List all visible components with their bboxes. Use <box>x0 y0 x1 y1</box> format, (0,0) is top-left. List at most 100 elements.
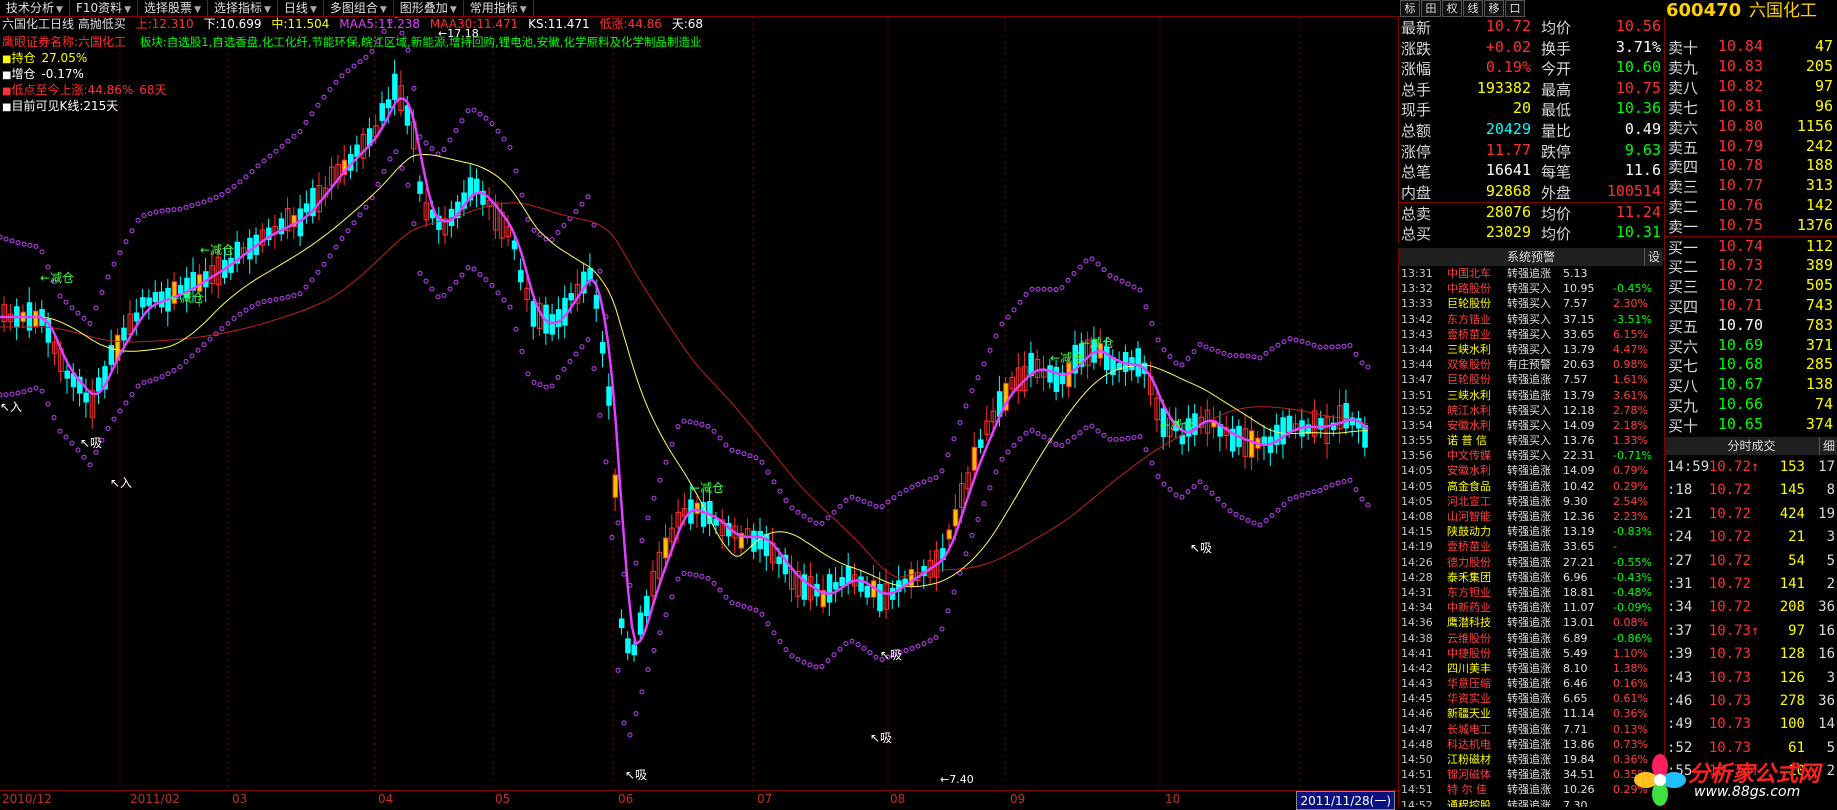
alert-row[interactable]: 14:36 鹰潜科技 转强追涨 13.01 0.08% <box>1399 615 1663 630</box>
lower-band-dot <box>939 626 945 632</box>
book-level-label: 卖六 <box>1668 118 1699 137</box>
lower-band-dot <box>339 236 345 242</box>
upper-band-dot <box>297 129 303 135</box>
kline-chart-canvas[interactable]: ←减仓←减仓←减仓←减仓←减仓←减仓←减仓↖吸↖吸↖吸↖吸↖吸↖入↖入←17.1… <box>0 17 1397 790</box>
ask-row[interactable]: 卖十 10.84 47 <box>1665 37 1837 58</box>
alert-row[interactable]: 13:31 中国北车 转强追涨 5.13 <box>1399 266 1663 281</box>
toolbar-button[interactable]: 权 <box>1442 0 1462 17</box>
kline-chart[interactable]: ←减仓 ←减仓 ←减仓 ←减仓 ←减仓 ←减仓 ←减仓 ↖吸 ↖吸 ↖吸 ↖吸 ↖吸 ↖入 ↖入 ←17.1… <box>0 17 1397 790</box>
book-level-label: 买六 <box>1668 337 1699 356</box>
upper-band-dot <box>243 174 249 180</box>
alert-row[interactable]: 13:52 皖江水利 转强买入 12.18 2.78% <box>1399 403 1663 418</box>
toolbar-button[interactable]: 标 <box>1400 0 1420 17</box>
toolbar-button[interactable]: 线 <box>1463 0 1483 17</box>
alert-row[interactable]: 13:54 安徽水利 转强买入 14.09 2.18% <box>1399 418 1663 433</box>
alert-row[interactable]: 14:43 华意压缩 转强追涨 6.46 0.16% <box>1399 676 1663 691</box>
alert-row[interactable]: 14:05 高金食品 转强追涨 10.42 0.29% <box>1399 479 1663 494</box>
alert-row[interactable]: 13:51 三峡水利 转强追涨 13.79 3.61% <box>1399 388 1663 403</box>
ask-row[interactable]: 卖三 10.77 313 <box>1665 176 1837 197</box>
trade-title[interactable]: 分时成交 <box>1727 439 1775 453</box>
bid-row[interactable]: 买五 10.70 783 <box>1665 316 1837 337</box>
menu-item[interactable]: 常用指标 ▼ <box>464 0 534 16</box>
quote-value: 10.72 <box>1485 17 1531 35</box>
alert-cell: 14:51 <box>1401 783 1433 797</box>
alert-settings-button[interactable]: 设 <box>1644 248 1663 266</box>
ask-row[interactable]: 卖四 10.78 188 <box>1665 156 1837 177</box>
alert-row[interactable]: 13:33 巨轮股份 转强买入 7.57 2.30% <box>1399 296 1663 311</box>
trade-cell: 14:59 <box>1667 459 1710 475</box>
alert-row[interactable]: 13:42 东方锆业 转强买入 37.15 -3.51% <box>1399 312 1663 327</box>
bid-row[interactable]: 买一 10.74 112 <box>1665 236 1837 258</box>
menu-item[interactable]: 图形叠加 ▼ <box>394 0 464 16</box>
toolbar-button[interactable]: 田 <box>1421 0 1441 17</box>
upper-band-dot <box>471 107 477 113</box>
alert-row[interactable]: 14:34 中新药业 转强追涨 11.07 -0.09% <box>1399 600 1663 615</box>
alert-row[interactable]: 14:48 科达机电 转强追涨 13.86 0.73% <box>1399 737 1663 752</box>
alert-row[interactable]: 13:43 壹桥苗业 转强买入 33.65 6.15% <box>1399 327 1663 342</box>
lower-band-dot <box>525 371 531 377</box>
alert-row[interactable]: 14:50 江粉磁材 转强追涨 19.84 0.36% <box>1399 752 1663 767</box>
ask-row[interactable]: 卖七 10.81 96 <box>1665 97 1837 118</box>
ask-row[interactable]: 卖六 10.80 1156 <box>1665 117 1837 138</box>
bull-candle <box>33 310 39 327</box>
alert-row[interactable]: 14:45 华资实业 转强追涨 6.65 0.61% <box>1399 691 1663 706</box>
ask-row[interactable]: 卖八 10.82 97 <box>1665 77 1837 98</box>
toolbar-button[interactable]: 移 <box>1484 0 1504 17</box>
alert-row[interactable]: 13:44 双象股份 有庄预警 20.63 0.98% <box>1399 357 1663 372</box>
upper-band-dot <box>1197 341 1203 347</box>
alert-row[interactable]: 13:56 中文传媒 转强买入 22.31 -0.71% <box>1399 448 1663 463</box>
menu-item[interactable]: 选择股票 ▼ <box>138 0 208 16</box>
bear-candle <box>159 291 165 308</box>
alert-row[interactable]: 13:47 巨轮股份 转强追涨 7.57 1.61% <box>1399 372 1663 387</box>
bid-row[interactable]: 买八 10.67 138 <box>1665 375 1837 396</box>
bid-row[interactable]: 买六 10.69 371 <box>1665 336 1837 357</box>
alert-row[interactable]: 14:52 通程控股 转强追涨 7.30 <box>1399 798 1663 807</box>
alert-row[interactable]: 14:08 山河智能 转强追涨 12.36 2.23% <box>1399 509 1663 524</box>
upper-band-dot <box>489 121 495 127</box>
bid-row[interactable]: 买二 10.73 389 <box>1665 256 1837 277</box>
ask-row[interactable]: 卖五 10.79 242 <box>1665 137 1837 158</box>
alert-row[interactable]: 14:51 锦河磁体 转强追涨 34.51 0.35% <box>1399 767 1663 782</box>
upper-band-dot <box>15 240 21 246</box>
alert-row[interactable]: 14:15 陕鼓动力 转强追涨 13.19 -0.83% <box>1399 524 1663 539</box>
menu-item[interactable]: 日线 ▼ <box>278 0 324 16</box>
ask-row[interactable]: 卖九 10.83 205 <box>1665 57 1837 78</box>
alert-row[interactable]: 13:32 中路股份 转强买入 10.95 -0.45% <box>1399 281 1663 296</box>
lower-band-dot <box>39 388 45 394</box>
bid-row[interactable]: 买七 10.68 285 <box>1665 355 1837 376</box>
upper-band-dot <box>129 228 135 234</box>
alert-row[interactable]: 14:51 特 尔 佳转强追涨 10.26 0.29% <box>1399 782 1663 797</box>
alert-row[interactable]: 14:42 四川美丰 转强追涨 8.10 1.38% <box>1399 661 1663 676</box>
alert-row[interactable]: 14:46 新疆天业 转强追涨 11.14 0.36% <box>1399 706 1663 721</box>
alert-row[interactable]: 14:47 长城电工 转强追涨 7.71 0.13% <box>1399 722 1663 737</box>
trade-detail-tab[interactable]: 细 <box>1819 437 1837 455</box>
ask-row[interactable]: 卖一 10.75 1376 <box>1665 216 1837 237</box>
alert-row[interactable]: 14:41 中捷股份 转强追涨 5.49 1.10% <box>1399 646 1663 661</box>
ask-row[interactable]: 卖二 10.76 142 <box>1665 196 1837 217</box>
menu-item[interactable]: 多图组合 ▼ <box>324 0 394 16</box>
toolbar-button[interactable]: 口 <box>1505 0 1525 17</box>
alert-row[interactable]: 14:31 东方钽业 转强追涨 18.81 -0.48% <box>1399 585 1663 600</box>
upper-band-dot <box>987 347 993 353</box>
menu-item[interactable]: 技术分析 ▼ <box>0 0 70 16</box>
book-level-label: 卖十 <box>1668 39 1699 57</box>
bid-row[interactable]: 买四 10.71 743 <box>1665 296 1837 317</box>
alert-row[interactable]: 13:44 三峡水利 转强买入 13.79 4.47% <box>1399 342 1663 357</box>
lower-band-dot <box>555 374 561 380</box>
alert-row[interactable]: 13:55 诺 普 信 转强买入 13.76 1.33% <box>1399 433 1663 448</box>
bid-row[interactable]: 买十 10.65 374 <box>1665 415 1837 436</box>
alert-row[interactable]: 14:05 河北宣工 转强追涨 9.30 2.54% <box>1399 494 1663 509</box>
quote-row: 总手 193382 最高 10.75 <box>1399 79 1663 100</box>
bid-row[interactable]: 买九 10.66 74 <box>1665 395 1837 416</box>
alert-cell: 14:15 <box>1401 525 1433 539</box>
alert-row[interactable]: 14:19 壹桥苗业 转强追涨 33.65 - <box>1399 539 1663 554</box>
alert-row[interactable]: 14:38 云维股份 转强追涨 6.89 -0.86% <box>1399 631 1663 646</box>
alert-row[interactable]: 14:05 安徽水利 转强追涨 14.09 0.79% <box>1399 463 1663 478</box>
alert-row[interactable]: 14:28 泰禾集团 转强追涨 6.96 -0.43% <box>1399 570 1663 585</box>
lower-band-dot <box>1089 423 1095 429</box>
menu-item[interactable]: F10资料 ▼ <box>70 0 139 16</box>
menu-item[interactable]: 选择指标 ▼ <box>208 0 278 16</box>
bid-row[interactable]: 买三 10.72 505 <box>1665 276 1837 297</box>
alert-cell: 0.98% <box>1613 358 1648 372</box>
alert-row[interactable]: 14:26 德力股份 转强追涨 27.21 -0.55% <box>1399 555 1663 570</box>
